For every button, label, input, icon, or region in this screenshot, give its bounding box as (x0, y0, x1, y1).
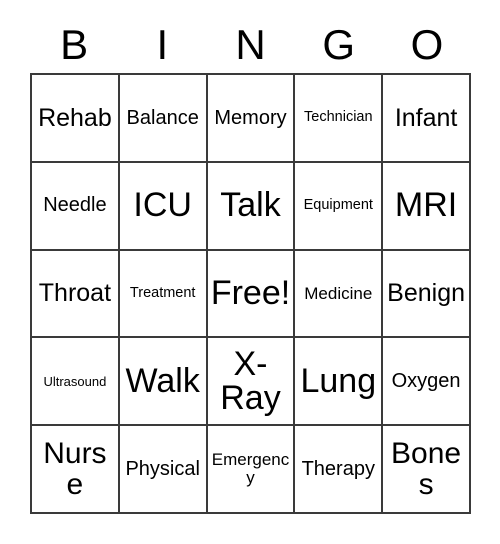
bingo-cell-label: Benign (387, 279, 466, 308)
bingo-cell[interactable]: Walk (119, 338, 208, 427)
bingo-cell-label: Technician (304, 109, 373, 126)
bingo-cell[interactable]: Technician (295, 75, 384, 163)
bingo-cell[interactable]: Therapy (295, 426, 384, 514)
bingo-cell[interactable]: Benign (383, 250, 471, 339)
bingo-cell-free-space[interactable]: Free! (207, 250, 296, 339)
bingo-cell-label: Rehab (38, 103, 112, 132)
bingo-cell[interactable]: Balance (119, 75, 208, 163)
bingo-cell[interactable]: Treatment (119, 250, 208, 339)
bingo-cell-label: MRI (394, 186, 458, 225)
bingo-cell[interactable]: Rehab (32, 75, 120, 163)
header-letter-b: B (60, 20, 89, 68)
bingo-cell[interactable]: Nurse (32, 426, 120, 514)
bingo-cell[interactable]: Needle (32, 162, 120, 251)
bingo-cell[interactable]: Equipment (295, 162, 384, 251)
bingo-cell[interactable]: Lung (295, 338, 384, 427)
bingo-cell[interactable]: Oxygen (383, 338, 471, 427)
bingo-cell-label: ICU (133, 186, 192, 225)
bingo-cell-label: Bones (391, 436, 462, 502)
bingo-cell-label: Memory (214, 106, 287, 129)
bingo-cell-label: Medicine (304, 283, 373, 303)
bingo-cell[interactable]: Throat (32, 250, 120, 339)
header-letter-g: G (322, 20, 356, 68)
bingo-header-row: B I N G O (30, 16, 471, 73)
bingo-cell[interactable]: X-Ray (207, 338, 296, 427)
bingo-cell-label: Physical (125, 457, 200, 480)
bingo-cell-label: Nurse (43, 436, 107, 502)
bingo-cell-label: Balance (126, 106, 199, 129)
bingo-cell[interactable]: Emergency (207, 426, 296, 514)
bingo-cell-label: Walk (125, 361, 200, 400)
bingo-cell-label: X-Ray (220, 345, 281, 418)
header-letter-o: O (410, 20, 444, 68)
bingo-cell-label: Free! (210, 273, 291, 312)
bingo-cell[interactable]: Physical (119, 426, 208, 514)
bingo-cell[interactable]: Medicine (295, 250, 384, 339)
bingo-cell-label: Throat (38, 279, 112, 308)
bingo-cell-label: Ultrasound (43, 373, 107, 389)
bingo-cell-label: Infant (394, 103, 458, 132)
bingo-cell-label: Therapy (301, 457, 375, 480)
bingo-cell-label: Needle (43, 194, 107, 217)
bingo-cell[interactable]: Infant (383, 75, 471, 163)
bingo-cell-label: Talk (220, 186, 281, 225)
bingo-cell-label: Oxygen (391, 369, 461, 392)
bingo-cell-label: Lung (300, 361, 377, 400)
header-letter-i: I (156, 20, 169, 68)
bingo-cell[interactable]: Bones (383, 426, 471, 514)
bingo-card: B I N G O Rehab Balance Memory Technician In… (0, 0, 500, 544)
bingo-cell[interactable]: Ultrasound (32, 338, 120, 427)
bingo-cell[interactable]: ICU (119, 162, 208, 251)
bingo-cell[interactable]: Memory (207, 75, 296, 163)
header-letter-n: N (235, 20, 266, 68)
bingo-grid: Rehab Balance Memory Technician Infant Needle… (30, 73, 471, 514)
bingo-cell-label: Treatment (129, 284, 196, 301)
bingo-cell[interactable]: MRI (383, 162, 471, 251)
bingo-cell-label: Equipment (303, 197, 373, 214)
bingo-cell-label: Emergency (211, 450, 290, 488)
bingo-cell[interactable]: Talk (207, 162, 296, 251)
